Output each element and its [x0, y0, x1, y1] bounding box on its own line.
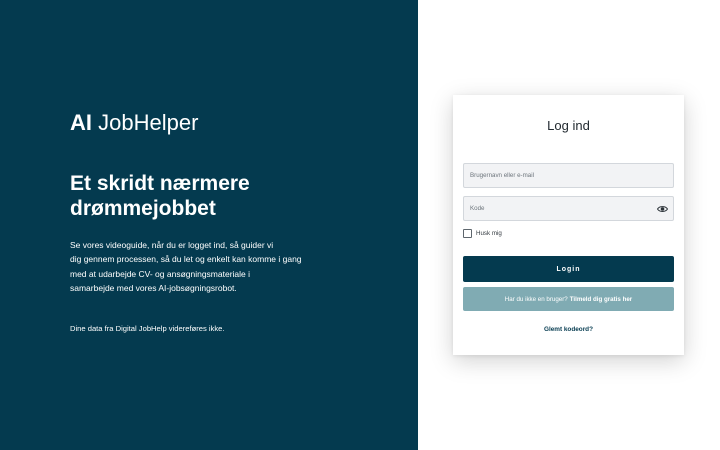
username-input[interactable] — [464, 164, 673, 187]
forgot-password-link[interactable]: Glemt kodeord? — [453, 326, 684, 333]
username-field[interactable] — [463, 163, 674, 188]
remember-me[interactable]: Husk mig — [463, 228, 502, 238]
hero-panel: AI JobHelper Et skridt nærmere drømmejob… — [0, 0, 418, 450]
signup-button[interactable]: Har du ikke en bruger? Tilmeld dig grati… — [463, 287, 674, 311]
hero-headline-line-1: Et skridt nærmere — [70, 172, 250, 195]
app-logo: AI JobHelper — [70, 110, 198, 136]
hero-headline: Et skridt nærmere drømmejobbet — [70, 171, 370, 221]
hero-description-line: dig gennem processen, så du let og enkel… — [70, 254, 302, 265]
hero-description-line: med at udarbejde CV- og ansøgningsmateri… — [70, 268, 251, 279]
remember-me-checkbox[interactable] — [463, 228, 472, 238]
logo-ai-text: AI — [70, 110, 92, 135]
logo-jobhelper-text: JobHelper — [98, 110, 199, 135]
remember-me-label: Husk mig — [476, 229, 502, 237]
signup-prompt: Har du ikke en bruger? — [504, 295, 568, 303]
password-field[interactable] — [463, 196, 674, 221]
password-input[interactable] — [464, 197, 673, 220]
hero-description: Se vores videoguide, når du er logget in… — [70, 238, 310, 296]
data-notice: Dine data fra Digital JobHelp videreføre… — [70, 324, 225, 333]
signup-link[interactable]: Tilmeld dig gratis her — [570, 296, 632, 303]
hero-description-line: samarbejde med vores AI-jobsøgningsrobot… — [70, 283, 237, 294]
login-title: Log ind — [547, 118, 590, 133]
login-button[interactable]: Login — [463, 256, 674, 282]
login-card: Log ind Husk mig Login Har du ikke en br… — [453, 95, 684, 355]
hero-headline-line-2: drømmejobbet — [70, 197, 216, 220]
eye-icon[interactable] — [657, 204, 668, 214]
hero-description-line: Se vores videoguide, når du er logget in… — [70, 240, 274, 250]
